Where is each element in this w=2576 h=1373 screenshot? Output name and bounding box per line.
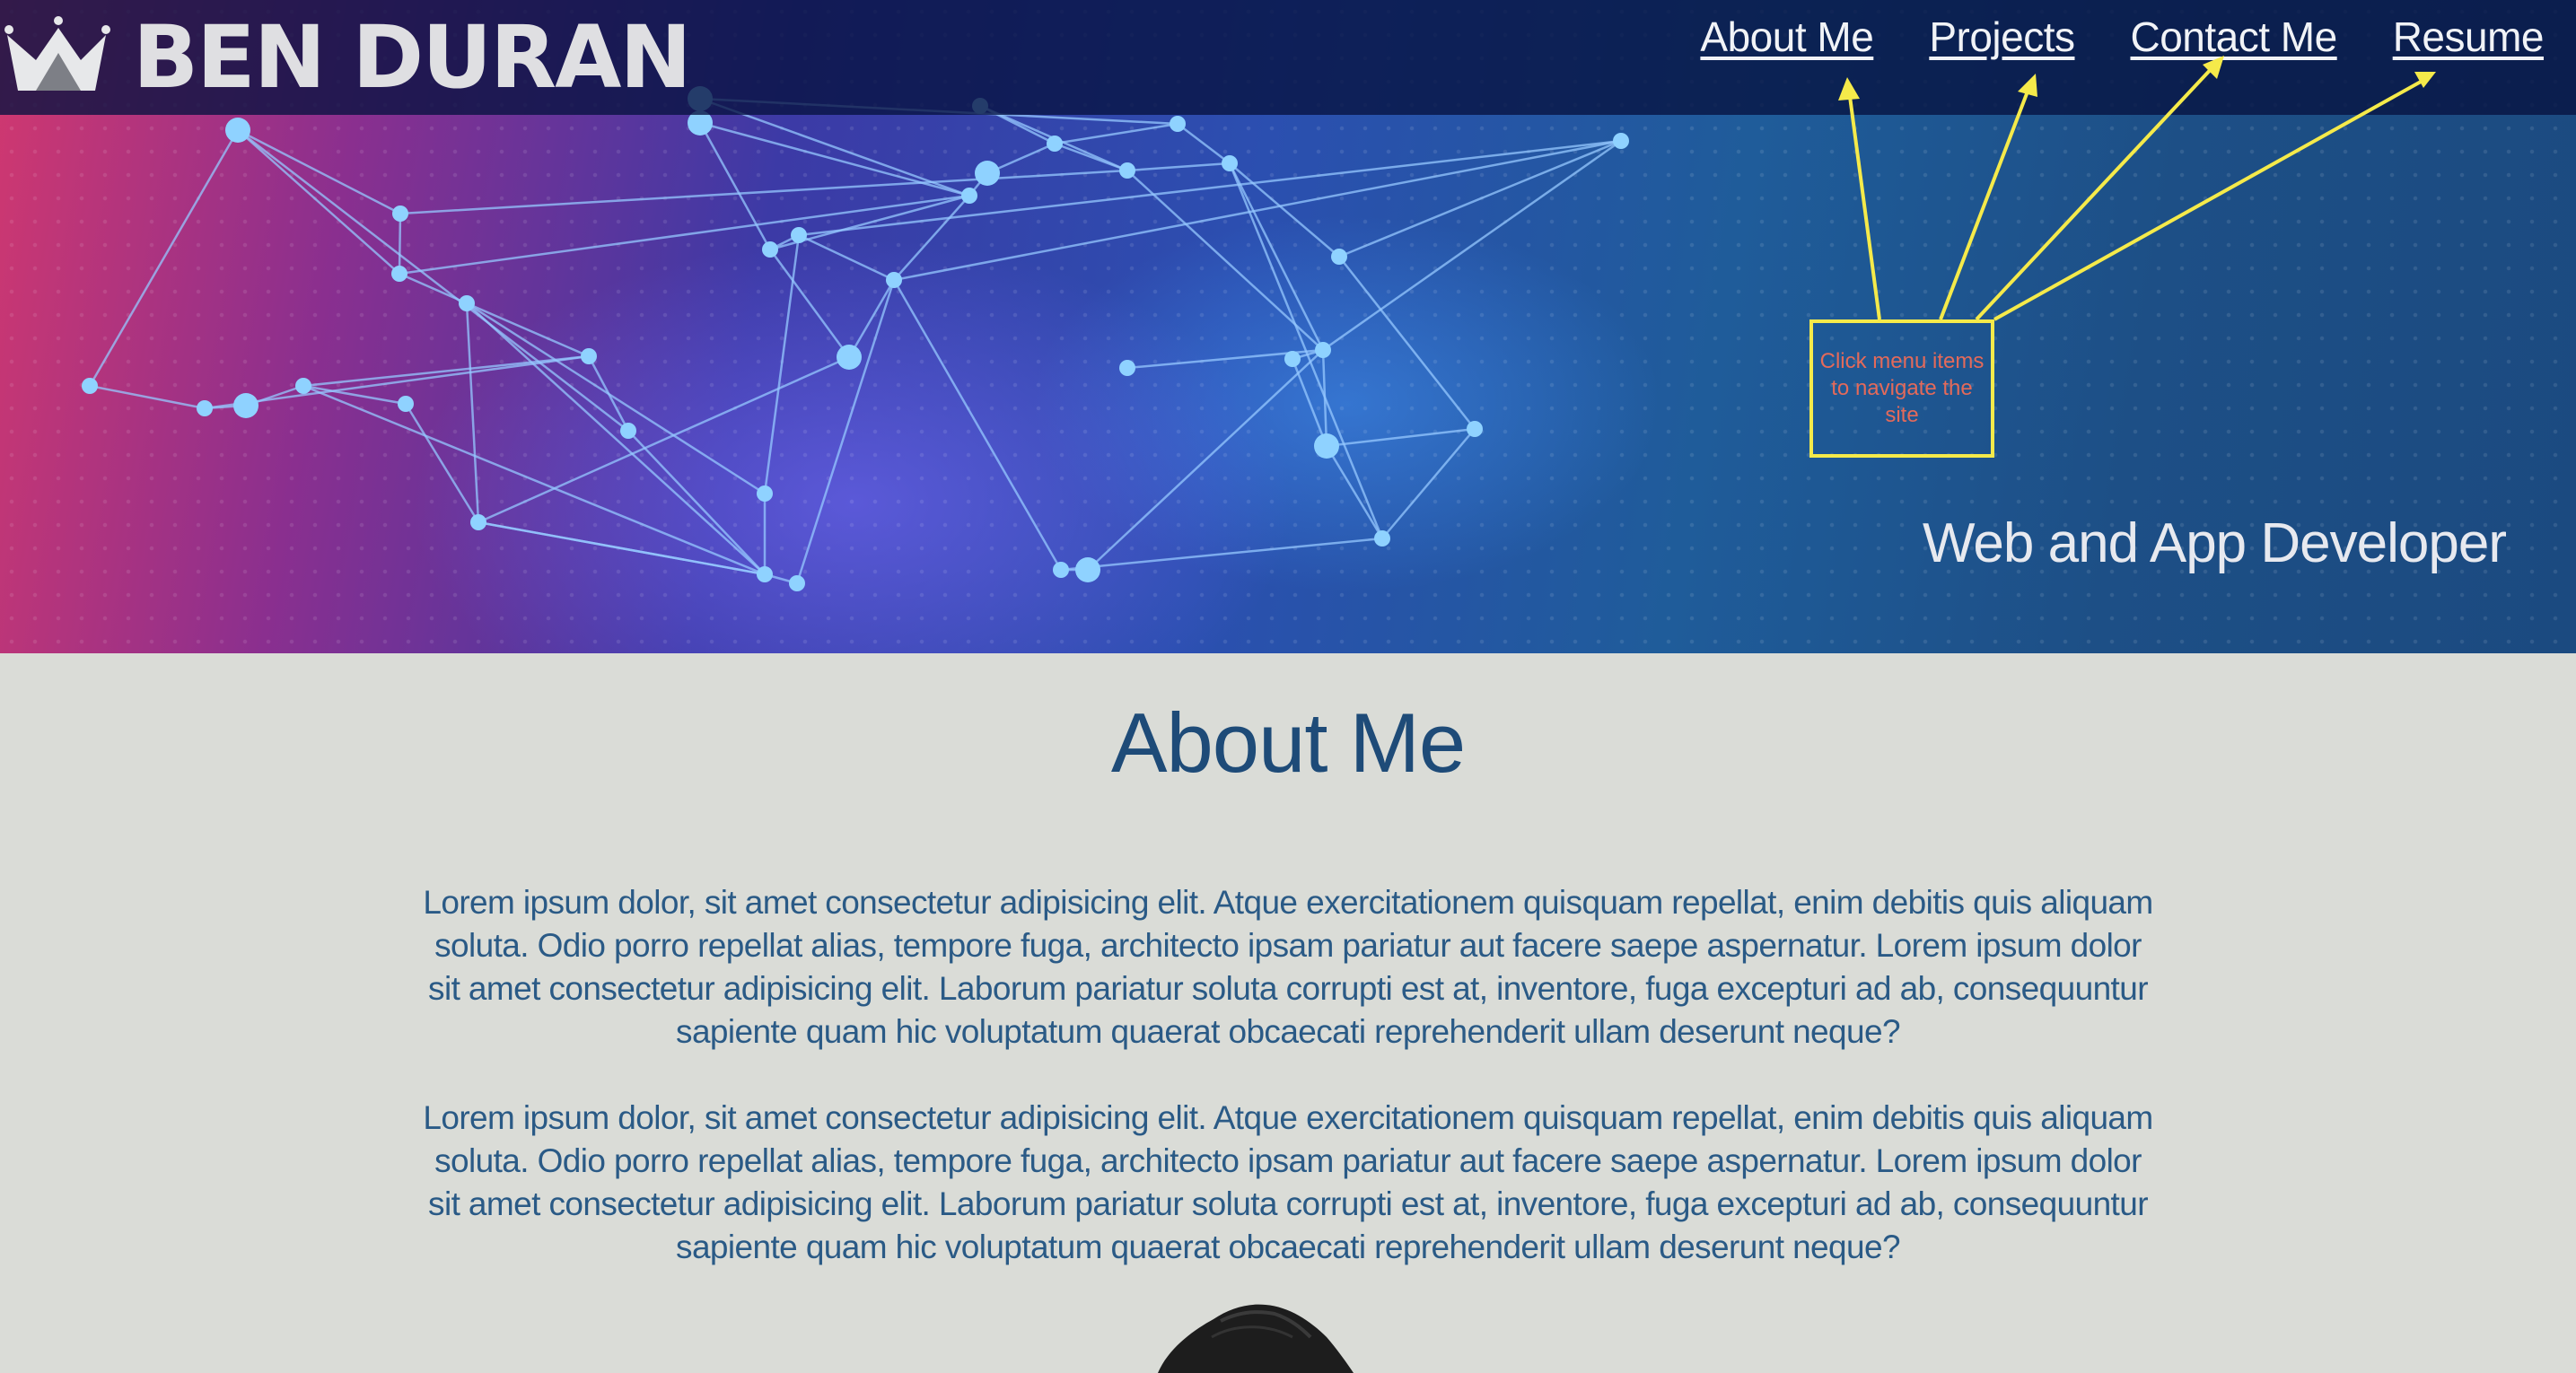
arrowhead-projects <box>2018 74 2037 97</box>
arrowhead-resume <box>2414 72 2436 88</box>
about-paragraph: Lorem ipsum dolor, sit amet consectetur … <box>423 1099 2153 1265</box>
section-title: About Me <box>1110 695 1466 790</box>
arrow-to-resume <box>1993 75 2430 321</box>
about-paragraph: Lorem ipsum dolor, sit amet consectetur … <box>423 884 2153 1050</box>
annotation-box: Click menu items to navigate the site <box>1809 319 1994 458</box>
annotation-text: Click menu items to navigate the site <box>1819 349 1985 427</box>
arrowhead-about <box>1838 77 1860 101</box>
arrow-to-about <box>1847 89 1881 320</box>
profile-photo <box>1158 1304 1354 1373</box>
arrow-to-contact <box>1975 63 2217 321</box>
arrow-to-projects <box>1939 83 2032 320</box>
about-section: About Me Lorem ipsum dolor, sit amet con… <box>0 653 2576 1373</box>
hero-tagline: Web and App Developer <box>1923 512 2507 574</box>
